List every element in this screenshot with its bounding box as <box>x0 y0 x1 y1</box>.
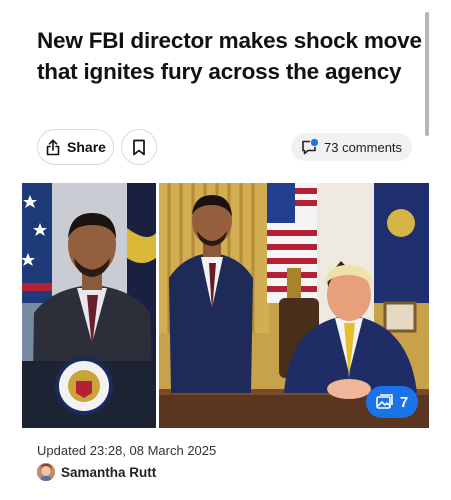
gallery-count-badge[interactable]: 7 <box>366 386 418 418</box>
article-headline: New FBI director makes shock move that i… <box>37 28 422 84</box>
share-label: Share <box>67 139 106 155</box>
bookmark-icon <box>132 139 146 156</box>
bookmark-button[interactable] <box>121 129 157 165</box>
notification-dot <box>310 137 319 147</box>
comments-button[interactable]: 73 comments <box>291 133 413 161</box>
author-byline[interactable]: Samantha Rutt <box>37 462 156 482</box>
comment-icon <box>301 137 319 156</box>
comments-count: 73 comments <box>324 139 403 155</box>
article-photo-left[interactable] <box>22 183 156 428</box>
gallery-icon <box>376 394 394 410</box>
scrollbar[interactable] <box>425 12 429 136</box>
share-icon <box>45 139 61 156</box>
gallery-count: 7 <box>399 393 409 411</box>
author-avatar <box>37 463 55 481</box>
updated-timestamp: Updated 23:28, 08 March 2025 <box>37 443 217 458</box>
share-button[interactable]: Share <box>37 129 114 165</box>
author-name: Samantha Rutt <box>61 464 157 480</box>
